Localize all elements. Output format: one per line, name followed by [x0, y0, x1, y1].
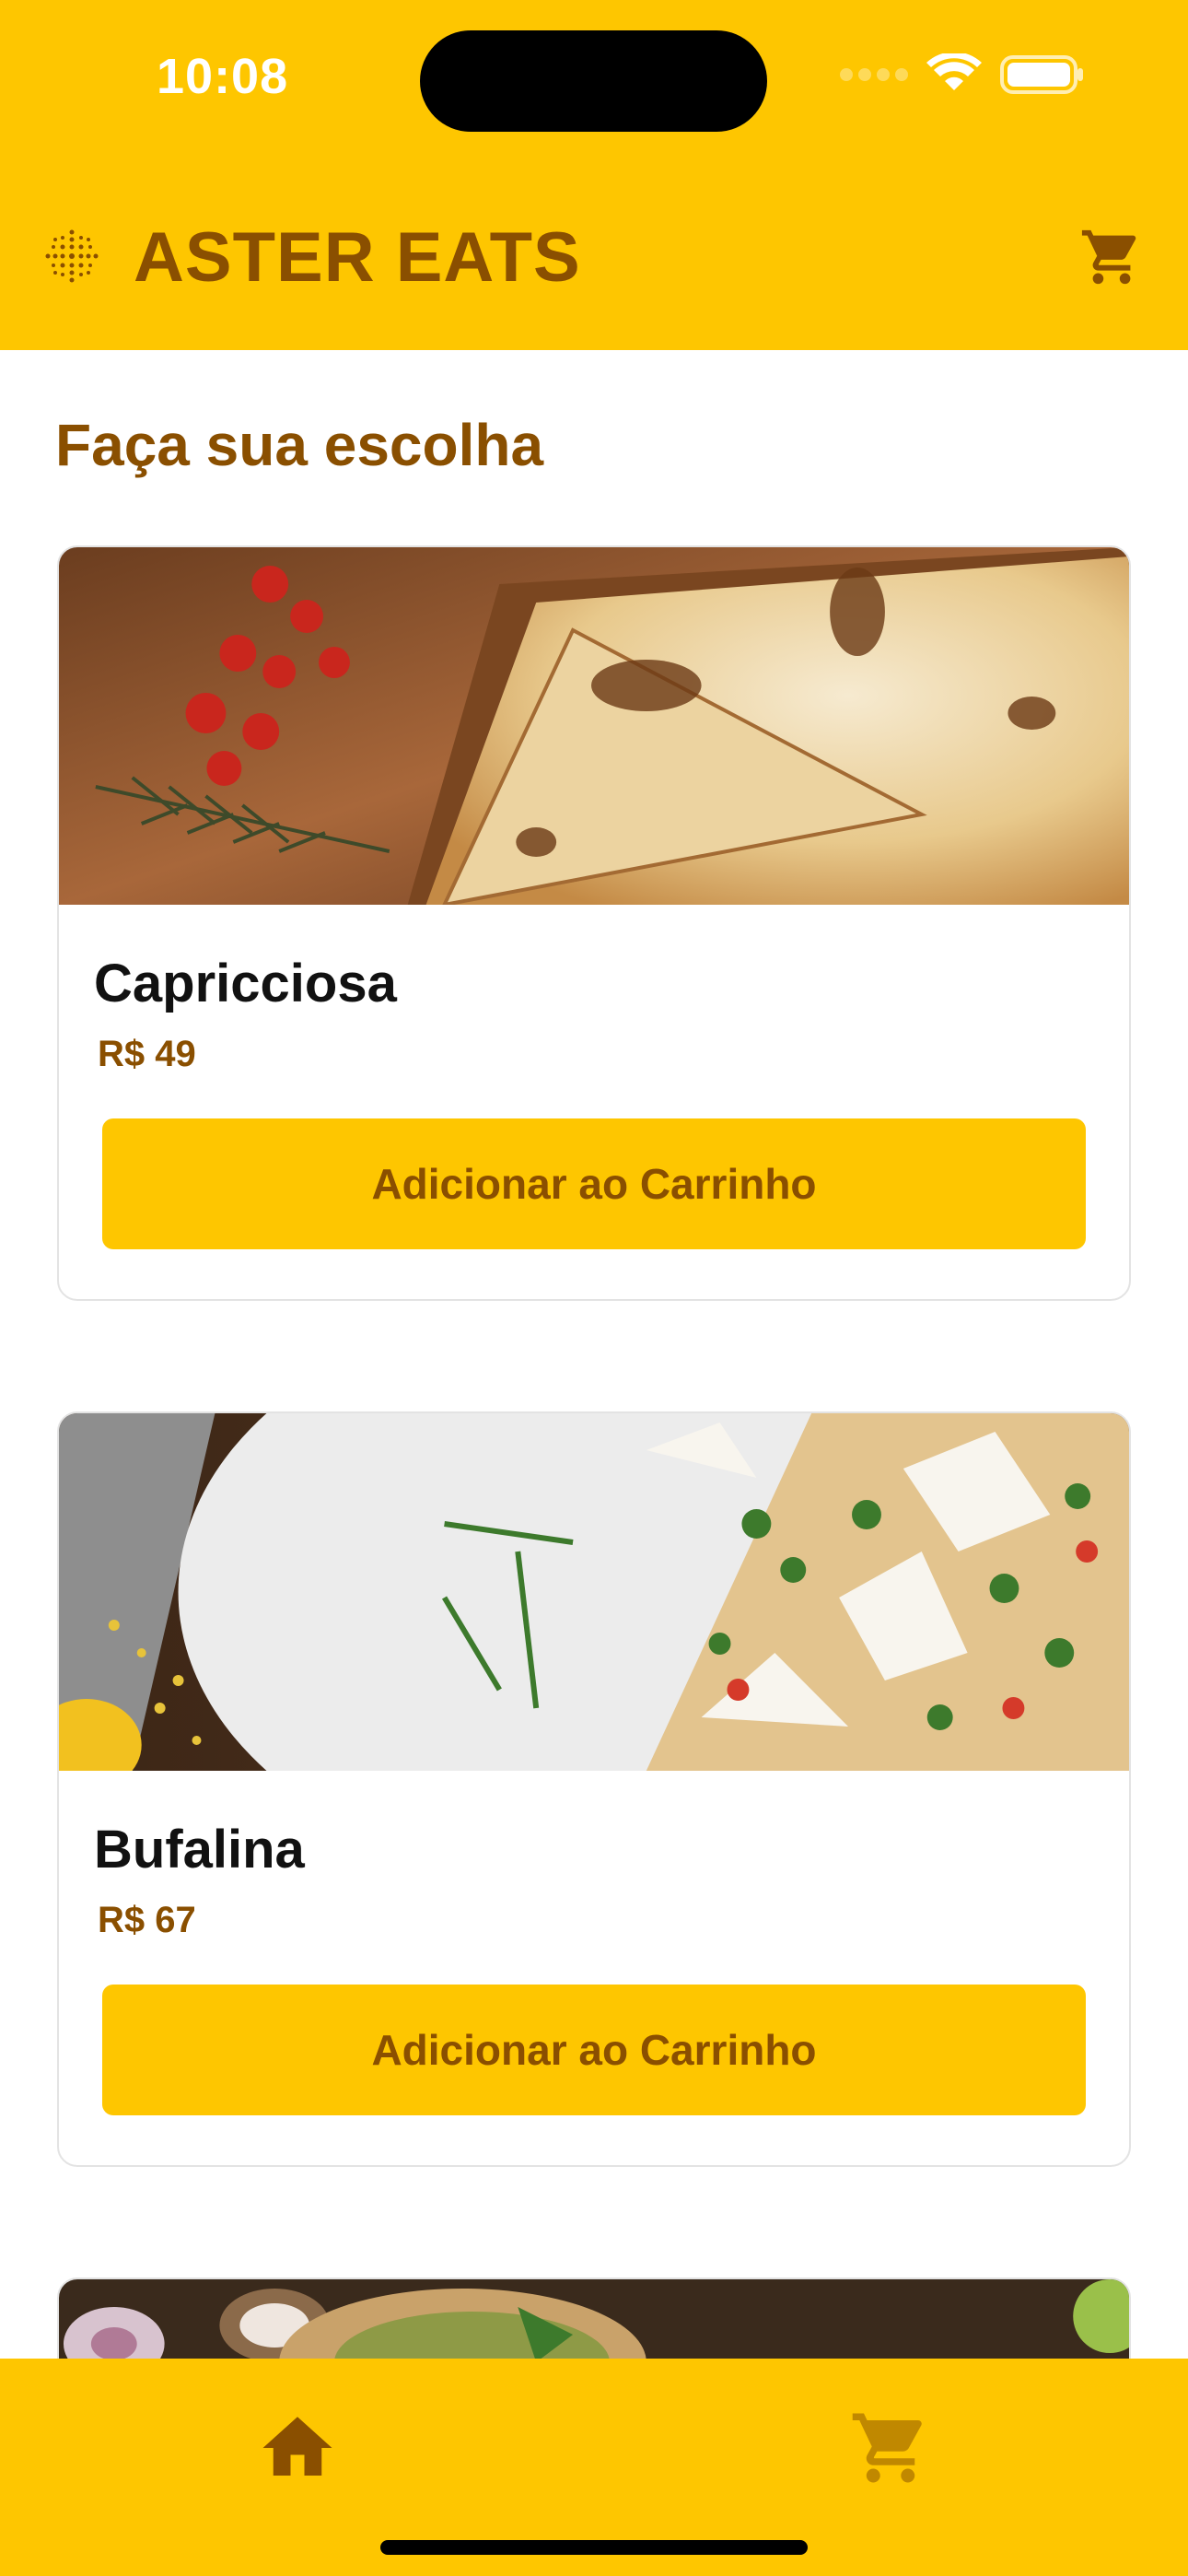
product-name: Capricciosa	[94, 954, 397, 1013]
add-to-cart-button[interactable]: Adicionar ao Carrinho	[102, 1985, 1086, 2115]
wifi-icon	[926, 53, 982, 90]
product-card: Bufalina R$ 67 Adicionar ao Carrinho	[57, 1411, 1131, 2167]
app-header: 10:08 ASTER EATS	[0, 0, 1188, 350]
dynamic-island	[420, 30, 767, 132]
shopping-cart-icon[interactable]	[1079, 225, 1144, 289]
product-card	[57, 2277, 1131, 2359]
add-to-cart-button[interactable]: Adicionar ao Carrinho	[102, 1118, 1086, 1249]
product-price: R$ 67	[98, 1900, 196, 1940]
battery-icon	[1000, 55, 1083, 94]
cart-icon[interactable]	[849, 2406, 932, 2489]
status-time: 10:08	[157, 49, 289, 104]
product-image	[59, 1413, 1129, 1771]
sparkle-dots-icon	[45, 229, 99, 283]
product-price: R$ 49	[98, 1034, 196, 1074]
brand-row: ASTER EATS	[0, 206, 1188, 308]
status-icons	[840, 53, 1085, 96]
home-indicator[interactable]	[380, 2540, 808, 2555]
product-name: Bufalina	[94, 1820, 305, 1879]
brand-title: ASTER EATS	[134, 218, 581, 297]
product-list[interactable]: Faça sua escolha Capricciosa R$ 49 Adici…	[0, 350, 1188, 2359]
home-icon[interactable]	[256, 2406, 339, 2489]
product-image	[59, 547, 1129, 905]
page-title: Faça sua escolha	[55, 412, 544, 478]
product-image	[59, 2279, 1129, 2359]
cellular-signal-icon	[840, 68, 908, 81]
product-card: Capricciosa R$ 49 Adicionar ao Carrinho	[57, 545, 1131, 1301]
